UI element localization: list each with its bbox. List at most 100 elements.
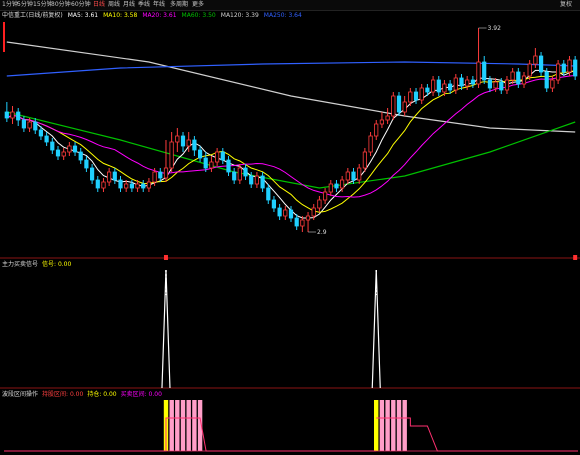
candle-body [561,63,566,73]
candle-body [351,171,356,181]
signal-flag [573,255,578,260]
candle-body [220,151,225,161]
candle-body [21,119,27,129]
price-annotation: 3.92 [478,25,502,32]
legend-item: 持股区间: 0.00 [42,391,84,398]
candle-body [180,135,186,147]
candle-body [544,71,549,89]
candle-body [16,111,21,121]
candle-body [368,135,373,153]
candle-body [254,175,259,185]
candle-body [447,83,453,91]
band-bar [175,400,180,451]
candle-body [283,209,288,217]
candle-body [527,63,532,77]
legend-item: 信号: 0.00 [42,261,72,268]
legend-title: 主力买卖信号 [2,261,39,268]
candle-body [459,77,464,87]
candle-body [146,181,151,189]
candle-body [487,79,493,89]
candle-body [436,79,441,93]
candle-body [476,61,481,85]
candle-body [260,175,265,189]
candle-body [141,183,146,189]
candle-body [470,79,476,85]
candle-body [158,171,163,179]
signal-spike [161,269,171,389]
candle-body [339,179,345,189]
candle-body [4,111,9,119]
candle-body [10,111,15,119]
legend-item: 持仓: 0.00 [87,391,117,398]
candle-body [556,63,561,81]
candle-body [237,167,242,181]
candle-body [33,121,38,131]
candle-body [425,87,430,93]
candle-body [499,81,504,91]
signal-flag [163,255,168,260]
candle-body [288,209,294,219]
candle-body [175,135,180,143]
candle-body [419,87,424,101]
candle-body [129,183,134,189]
panel3-legend: 波段区间操作 持股区间: 0.00 持仓: 0.00 买卖区间: 0.00 [2,391,166,399]
annotation-label: 2.9 [317,229,327,236]
annotation-label: 3.92 [488,25,502,32]
candle-body [573,59,578,77]
candle-body [78,151,83,161]
band-bar [186,400,191,451]
candle-body [169,141,174,169]
candle-body [334,183,339,189]
candle-body [345,171,350,181]
candle-body [362,151,368,169]
candle-body [482,61,487,81]
price-annotation: 2.9 [308,229,327,236]
band-bar [402,400,407,451]
candle-body [442,83,447,93]
candle-body [504,79,510,91]
candle-body [521,75,527,85]
candle-body [453,77,458,91]
candle-body [266,187,271,201]
candle-body [465,79,470,87]
candle-body [192,139,197,151]
candle-body [379,119,385,125]
band-bar [192,400,197,451]
candle-body [550,79,555,89]
candle-body [107,171,112,183]
candle-body [118,179,123,189]
ma5-line [6,69,576,219]
candle-body [408,91,413,103]
candle-body [271,199,277,209]
band-bar [391,400,396,451]
candle-body [413,91,419,101]
candle-body [510,71,515,81]
candle-body [101,181,106,189]
band-bar [385,400,390,451]
candle-body [249,175,254,185]
candle-body [311,207,316,217]
candle-body [84,159,89,169]
signal-spike [371,269,381,389]
candle-body [357,167,362,181]
band-bar [169,400,174,451]
candle-body [533,55,538,65]
band-bar [374,400,379,451]
candle-body [72,145,78,153]
candle-body [186,139,191,147]
candle-body [402,101,407,113]
candle-body [277,207,282,217]
candle-body [322,191,328,201]
candle-body [135,183,140,189]
candlestick-chart: 3.92 2.9 [0,22,580,452]
candle-body [61,151,66,157]
candle-body [232,171,237,181]
legend-item: 买卖区间: 0.00 [120,391,162,398]
band-bar [396,400,402,451]
candle-body [539,55,544,73]
candle-body [38,129,44,137]
candle-body [317,199,322,209]
candle-body [243,167,248,177]
candle-body [124,183,129,189]
candle-body [67,145,72,153]
